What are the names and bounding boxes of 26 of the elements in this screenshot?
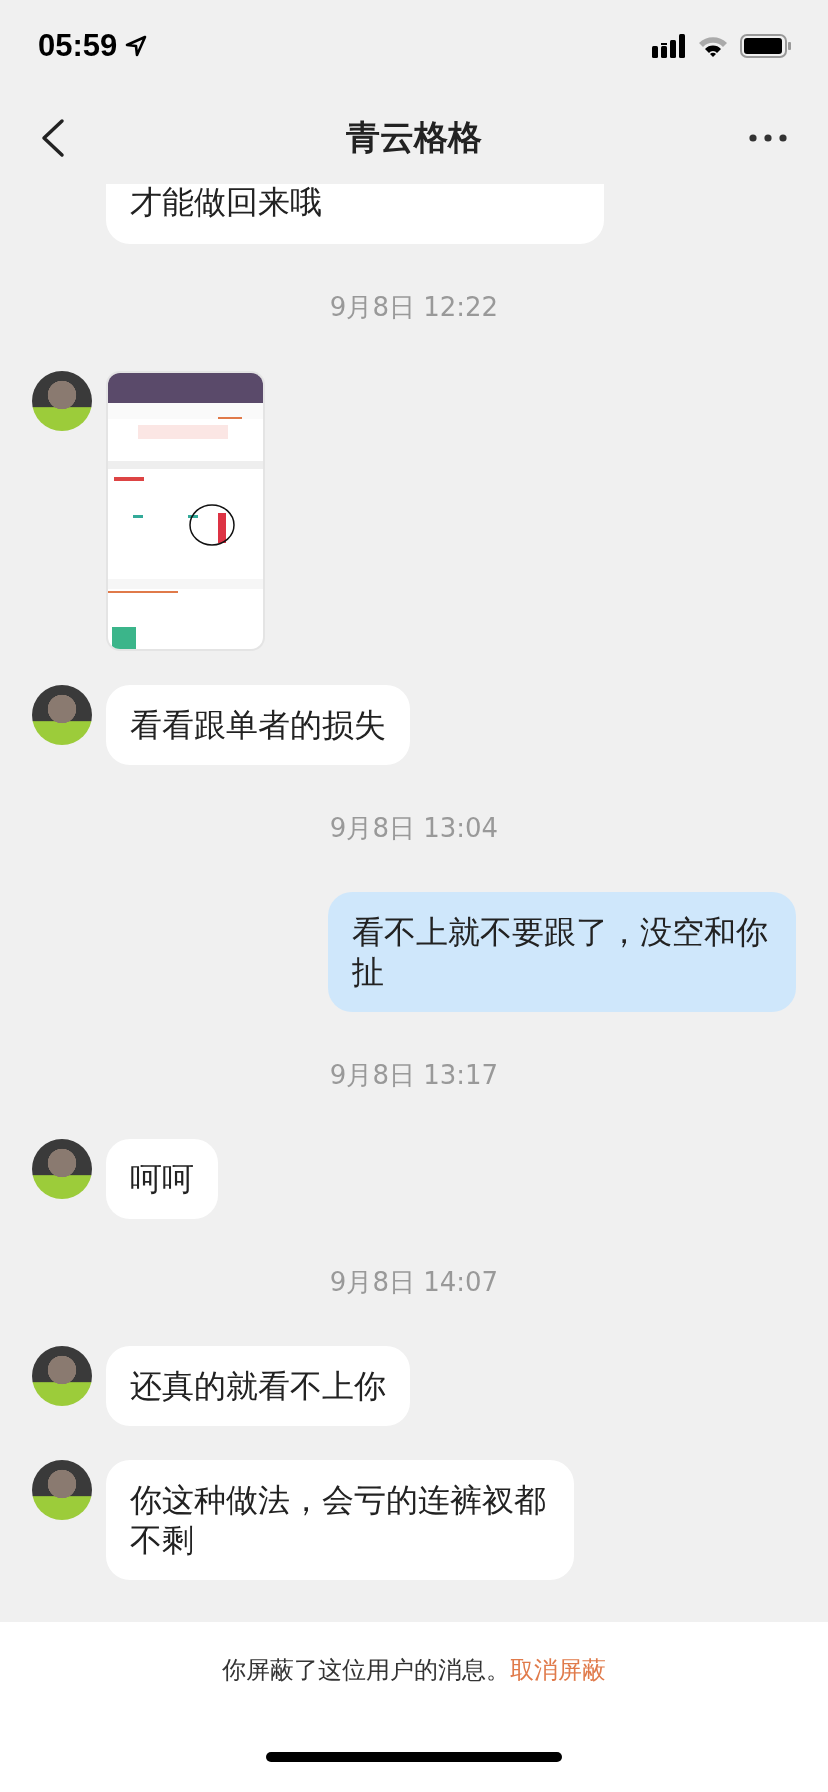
battery-icon [740, 34, 792, 58]
message-bubble: 还真的就看不上你 [106, 1346, 410, 1426]
message-timestamp: 9月8日 13:17 [328, 1059, 500, 1092]
message-bubble: 才能做回来哦 [106, 184, 604, 244]
more-icon [748, 133, 788, 143]
blocked-notice: 你屏蔽了这位用户的消息。取消屏蔽 [222, 1655, 606, 1686]
avatar[interactable] [32, 685, 92, 745]
message-bubble: 看不上就不要跟了，没空和你扯 [328, 892, 796, 1012]
back-chevron-icon [40, 118, 66, 158]
message-timestamp: 9月8日 12:22 [328, 291, 500, 324]
message-timestamp: 9月8日 14:07 [328, 1266, 500, 1299]
message-bubble: 看看跟单者的损失 [106, 685, 410, 765]
avatar[interactable] [32, 1346, 92, 1406]
unblock-link[interactable]: 取消屏蔽 [510, 1656, 606, 1684]
avatar[interactable] [32, 1460, 92, 1520]
message-timestamp: 9月8日 13:04 [328, 812, 500, 845]
message-bubble: 你这种做法，会亏的连裤衩都不剩 [106, 1460, 574, 1580]
message-bubble: 呵呵 [106, 1139, 218, 1219]
signal-icon [652, 34, 686, 58]
avatar[interactable] [32, 1139, 92, 1199]
location-arrow-icon [125, 35, 148, 57]
avatar[interactable] [32, 371, 92, 431]
screenshot-thumbnail-drawing[interactable] [106, 371, 265, 651]
chat-title: 青云格格 [346, 116, 482, 159]
clock-time: 05:59 [38, 28, 118, 64]
wifi-icon [698, 35, 728, 57]
